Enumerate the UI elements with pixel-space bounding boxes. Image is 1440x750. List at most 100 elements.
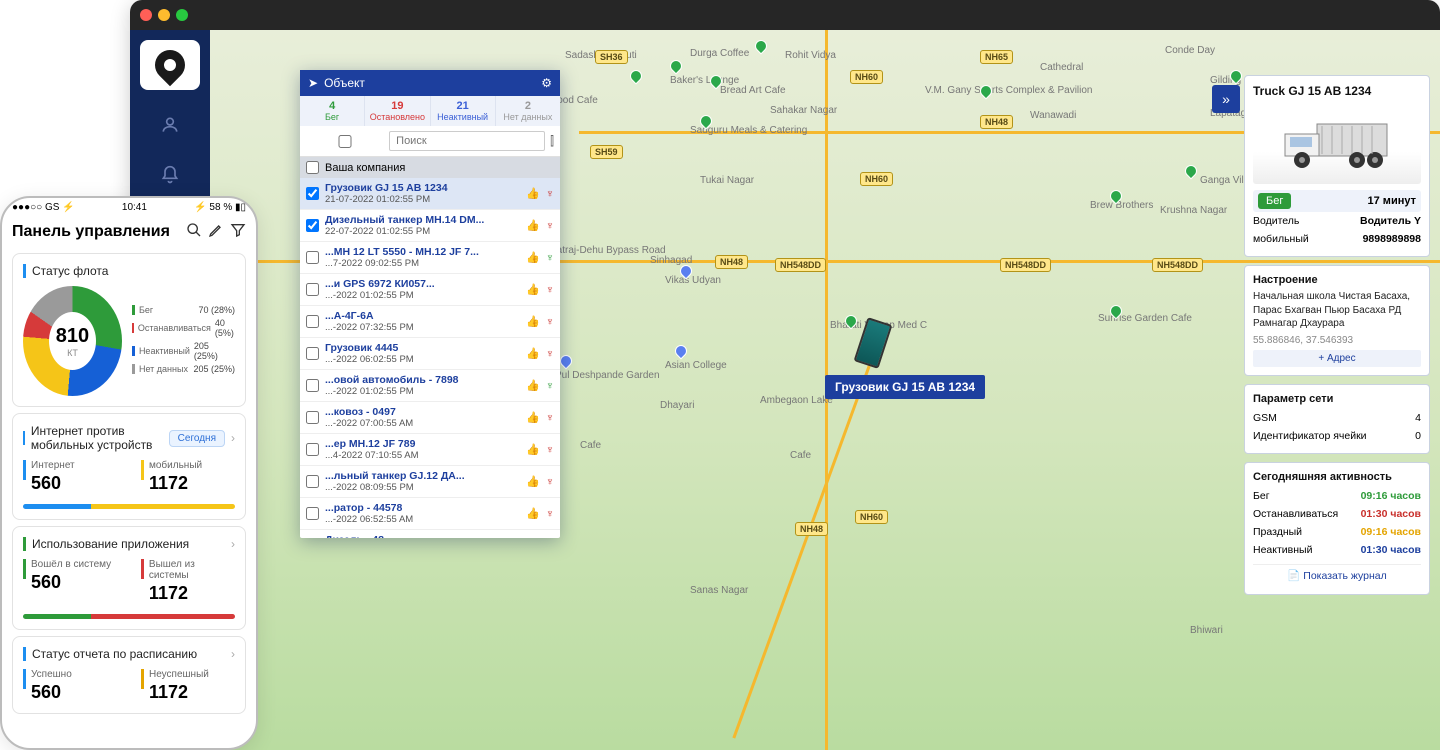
mood-card: Настроение Начальная школа Чистая Басаха…: [1244, 265, 1430, 376]
activity-row: Праздный09:16 часов: [1253, 523, 1421, 541]
thumb-icon[interactable]: 👍: [526, 315, 540, 328]
select-all-checkbox[interactable]: [306, 135, 384, 148]
object-checkbox[interactable]: [306, 283, 319, 296]
object-checkbox[interactable]: [306, 475, 319, 488]
object-checkbox[interactable]: [306, 315, 319, 328]
driver-seat-icon[interactable]: ♆: [546, 412, 554, 424]
gear-icon[interactable]: ⚙: [541, 76, 552, 90]
object-list-item[interactable]: ...ратор - 44578...-2022 06:52:55 AM 👍 ♆: [300, 498, 560, 530]
road-shield: NH60: [860, 172, 893, 186]
bell-icon: [160, 165, 180, 185]
activity-row: Неактивный01:30 часов: [1253, 541, 1421, 559]
object-checkbox[interactable]: [306, 347, 319, 360]
driver-seat-icon[interactable]: ♆: [546, 316, 554, 328]
chevron-right-icon[interactable]: ›: [231, 431, 235, 445]
object-checkbox[interactable]: [306, 443, 319, 456]
object-list-item[interactable]: ...и GPS 6972 КИ057......-2022 01:02:55 …: [300, 274, 560, 306]
object-checkbox[interactable]: [306, 507, 319, 520]
app-logo[interactable]: [140, 40, 200, 90]
driver-seat-icon[interactable]: ♆: [546, 188, 554, 200]
thumb-icon[interactable]: 👍: [526, 347, 540, 360]
add-address-button[interactable]: + Адрес: [1253, 350, 1421, 367]
sidebar-item-alerts[interactable]: [130, 150, 210, 200]
edit-icon[interactable]: [208, 222, 224, 242]
thumb-icon[interactable]: 👍: [526, 251, 540, 264]
window-titlebar: [130, 0, 1440, 30]
collapse-right-panel-button[interactable]: »: [1212, 85, 1240, 113]
company-name: Ваша компания: [325, 162, 405, 174]
driver-seat-icon[interactable]: ♆: [546, 380, 554, 392]
thumb-icon[interactable]: 👍: [526, 219, 540, 232]
filter-icon[interactable]: ⫿: [550, 134, 554, 149]
object-checkbox[interactable]: [306, 411, 319, 424]
object-checkbox[interactable]: [306, 379, 319, 392]
object-list-item[interactable]: ...овой автомобиль - 7898...-2022 01:02:…: [300, 370, 560, 402]
map-place-label: Vikas Udyan: [665, 275, 721, 286]
driver-seat-icon[interactable]: ♆: [546, 476, 554, 488]
sidebar-item-users[interactable]: [130, 100, 210, 150]
driver-seat-icon[interactable]: ♆: [546, 348, 554, 360]
accent-bar: [23, 264, 26, 278]
thumb-icon[interactable]: 👍: [526, 443, 540, 456]
truck-marker-label[interactable]: Грузовик GJ 15 AB 1234: [825, 375, 985, 399]
show-log-button[interactable]: 📄 Показать журнал: [1253, 564, 1421, 586]
object-panel-header: ➤ Объект ⚙: [300, 70, 560, 96]
object-list-item[interactable]: Дизельный танкер MH.14 DM...22-07-2022 0…: [300, 210, 560, 242]
object-list-item[interactable]: Грузовик 4445...-2022 06:02:55 PM 👍 ♆: [300, 338, 560, 370]
map-place-label: Dhayari: [660, 400, 694, 411]
object-stat[interactable]: 21Неактивный: [431, 96, 496, 126]
object-list-item[interactable]: ...А-4Г-6А...-2022 07:32:55 PM 👍 ♆: [300, 306, 560, 338]
company-checkbox[interactable]: [306, 161, 319, 174]
cellid-label: Идентификатор ячейки: [1253, 430, 1367, 442]
object-stat[interactable]: 4Бег: [300, 96, 365, 126]
object-stat[interactable]: 19Остановлено: [365, 96, 430, 126]
app-left-value: 560: [31, 572, 111, 593]
object-list-item[interactable]: Грузовик GJ 15 AB 123421-07-2022 01:02:5…: [300, 178, 560, 210]
map-place-label: Bread Art Cafe: [720, 85, 786, 96]
filter-funnel-icon[interactable]: [230, 222, 246, 242]
map-place-label: Asian College: [665, 360, 727, 371]
sched-right-value: 1172: [149, 682, 209, 703]
map-place-label: Pul Deshpande Garden: [555, 370, 660, 381]
chevron-right-icon[interactable]: ›: [231, 537, 235, 551]
company-row[interactable]: Ваша компания: [300, 157, 560, 178]
thumb-icon[interactable]: 👍: [526, 283, 540, 296]
object-checkbox[interactable]: [306, 219, 319, 232]
map-place-label: Durga Coffee: [690, 48, 749, 59]
thumb-icon[interactable]: 👍: [526, 187, 540, 200]
object-checkbox[interactable]: [306, 251, 319, 264]
chevron-right-icon[interactable]: ›: [231, 647, 235, 661]
phone-header: Панель управления: [2, 217, 256, 247]
app-usage-card: Использование приложения › Вошёл в систе…: [12, 526, 246, 630]
thumb-icon[interactable]: 👍: [526, 507, 540, 520]
driver-seat-icon[interactable]: ♆: [546, 508, 554, 520]
driver-seat-icon[interactable]: ♆: [546, 252, 554, 264]
search-input[interactable]: [389, 131, 545, 151]
object-stat[interactable]: 2Нет данных: [496, 96, 560, 126]
object-checkbox[interactable]: [306, 187, 319, 200]
coords-text: 55.886846, 37.546393: [1253, 335, 1421, 346]
internet-vs-mobile-card: Интернет против мобильных устройств Сего…: [12, 413, 246, 520]
object-list-item[interactable]: ...ер MH.12 JF 789...4-2022 07:10:55 AM …: [300, 434, 560, 466]
object-list-item[interactable]: ...льный танкер GJ.12 ДА......-2022 08:0…: [300, 466, 560, 498]
fleet-donut-chart: 810 КТ: [23, 286, 122, 396]
mobile-value: 9898989898: [1363, 233, 1421, 245]
phone-status-right: ⚡ 58 % ▮▯: [194, 202, 246, 213]
thumb-icon[interactable]: 👍: [526, 411, 540, 424]
object-list-item[interactable]: Дизель - 48...14-2022 01:02:55 PM 👍 ♆: [300, 530, 560, 538]
map-place-label: V.M. Gany Sports Complex & Pavilion: [925, 85, 1092, 96]
window-close-icon[interactable]: [140, 9, 152, 21]
today-pill[interactable]: Сегодня: [169, 430, 225, 447]
map-place-label: Bhiwari: [1190, 625, 1223, 636]
window-minimize-icon[interactable]: [158, 9, 170, 21]
search-icon[interactable]: [186, 222, 202, 242]
map-area[interactable]: Sahakar NagarWanawadiTukai NagarDhayariA…: [210, 30, 1440, 750]
object-list-item[interactable]: ...MH 12 LT 5550 - MH.12 JF 7......7-202…: [300, 242, 560, 274]
driver-seat-icon[interactable]: ♆: [546, 284, 554, 296]
object-list-item[interactable]: ...ковоз - 0497...-2022 07:00:55 AM 👍 ♆: [300, 402, 560, 434]
window-maximize-icon[interactable]: [176, 9, 188, 21]
thumb-icon[interactable]: 👍: [526, 475, 540, 488]
driver-seat-icon[interactable]: ♆: [546, 220, 554, 232]
driver-seat-icon[interactable]: ♆: [546, 444, 554, 456]
thumb-icon[interactable]: 👍: [526, 379, 540, 392]
